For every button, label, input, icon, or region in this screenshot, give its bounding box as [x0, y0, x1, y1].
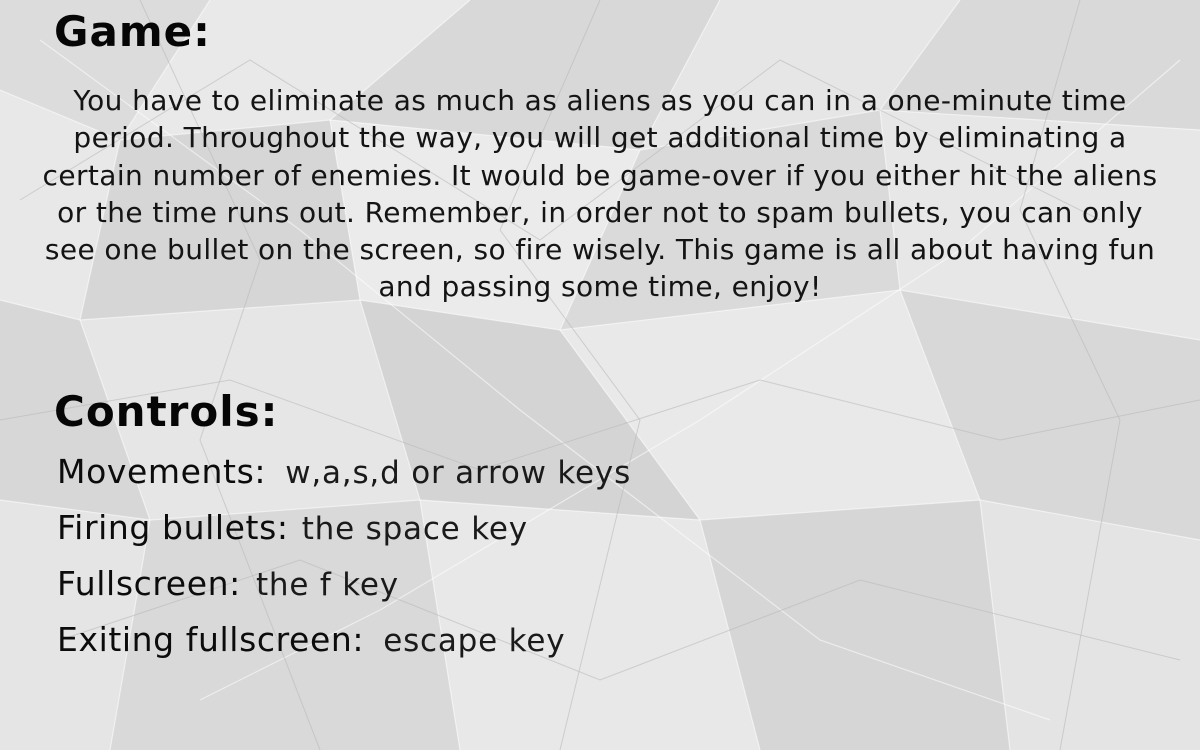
control-row-movements: Movements: w,a,s,d or arrow keys	[57, 455, 631, 489]
game-description: You have to eliminate as much as aliens …	[42, 84, 1158, 304]
control-value: the f key	[255, 567, 399, 603]
controls-heading: Controls:	[54, 387, 279, 436]
control-row-fullscreen: Fullscreen: the f key	[57, 567, 399, 601]
game-heading: Game:	[54, 7, 211, 56]
control-label: Firing bullets:	[57, 508, 289, 547]
control-label: Exiting fullscreen:	[57, 620, 365, 659]
control-value: w,a,s,d or arrow keys	[285, 455, 632, 491]
control-row-exiting-fullscreen: Exiting fullscreen: escape key	[57, 623, 565, 657]
control-label: Fullscreen:	[57, 564, 241, 603]
instructions-panel: Game: You have to eliminate as much as a…	[0, 0, 1200, 750]
control-label: Movements:	[57, 452, 267, 491]
control-value: escape key	[383, 623, 566, 659]
control-row-firing-bullets: Firing bullets: the space key	[57, 511, 528, 545]
control-value: the space key	[301, 511, 528, 547]
